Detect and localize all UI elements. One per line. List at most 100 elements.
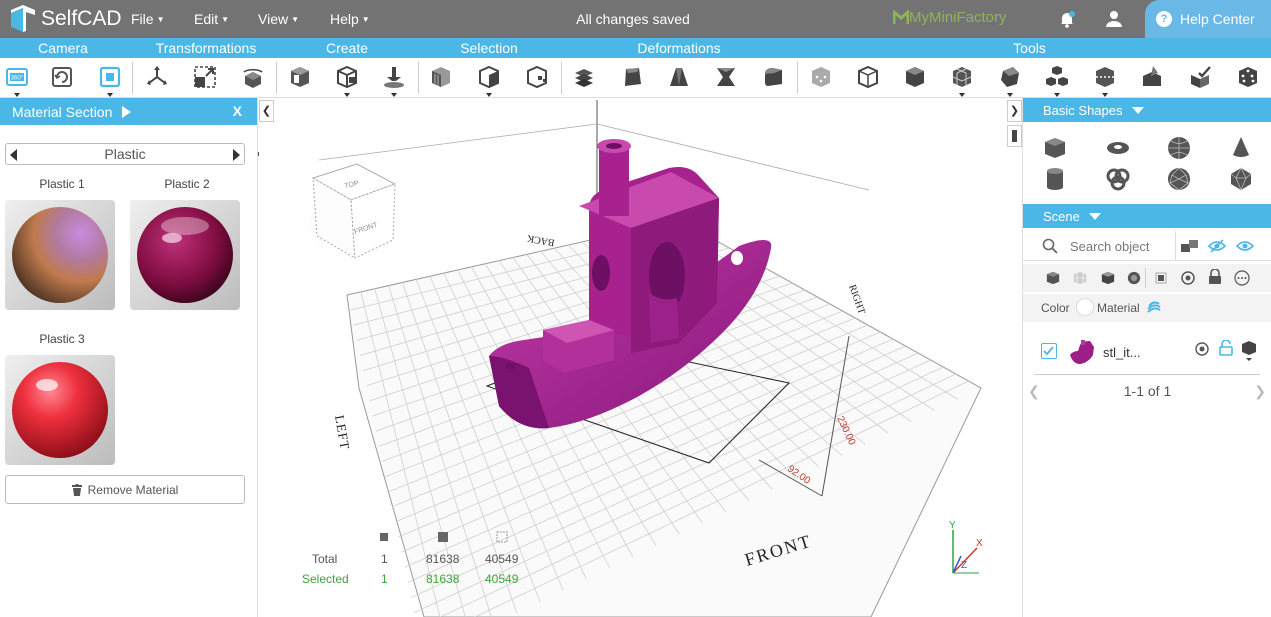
search-icon <box>1042 238 1058 254</box>
filter-solid-icon[interactable] <box>1045 270 1061 286</box>
eye-icon[interactable] <box>1180 270 1196 286</box>
next-arrow-icon[interactable] <box>233 149 240 161</box>
top-bar: SelfCAD File ▼ Edit ▼ View ▼ Help ▼ All chan… <box>0 0 1271 38</box>
hide-all-icon[interactable] <box>1208 238 1226 254</box>
search-input[interactable]: Search object <box>1070 239 1150 254</box>
filter-mesh-icon[interactable] <box>1100 270 1116 286</box>
checkmark-icon <box>1043 346 1054 356</box>
fillet-tool[interactable] <box>757 61 789 93</box>
simplify-tool[interactable] <box>994 61 1026 97</box>
create-3d-shapes-tool[interactable] <box>284 61 316 93</box>
object-type-icon[interactable] <box>1241 340 1257 362</box>
subdivide-tool[interactable] <box>946 61 978 97</box>
show-all-icon[interactable] <box>1236 238 1254 254</box>
create-shape-tool[interactable] <box>331 61 363 97</box>
knot-shape-icon[interactable] <box>1105 166 1131 192</box>
close-panel-button[interactable]: X <box>233 103 242 119</box>
scene-object-row[interactable]: stl_it... <box>1023 331 1271 373</box>
menu-view[interactable]: View ▼ <box>258 0 299 38</box>
chevron-left-icon[interactable]: ❮ <box>1028 380 1040 402</box>
group-tools: Tools <box>1013 40 1046 56</box>
app-logo[interactable]: SelfCAD <box>8 4 122 34</box>
visibility-eye-icon[interactable] <box>1194 342 1210 356</box>
material-category-selector[interactable]: Plastic <box>5 143 245 165</box>
solid-tool[interactable] <box>899 61 931 93</box>
user-account-icon[interactable] <box>1104 9 1124 29</box>
filter-sphere-icon[interactable] <box>1126 270 1142 286</box>
lock-icon[interactable] <box>1208 269 1222 285</box>
group-objects-icon[interactable] <box>1181 239 1199 253</box>
dice-tool[interactable] <box>1232 61 1264 93</box>
cone-shape-icon[interactable] <box>1228 135 1254 161</box>
geosphere-shape-icon[interactable] <box>1166 166 1192 192</box>
material-swirl-icon[interactable] <box>1146 299 1162 315</box>
objects-icon <box>380 533 388 541</box>
filter-wireframe-icon[interactable] <box>1072 270 1088 286</box>
sphere-shape-icon[interactable] <box>1166 135 1192 161</box>
torus-shape-icon[interactable] <box>1105 135 1131 161</box>
stitch-tool[interactable] <box>805 61 837 93</box>
cube-shape-icon[interactable] <box>1042 135 1068 161</box>
chevron-right-icon[interactable]: ❯ <box>1254 380 1266 402</box>
select-square-icon[interactable] <box>1155 272 1167 284</box>
gizmo-z-label: Z <box>961 560 967 571</box>
menu-edit[interactable]: Edit ▼ <box>194 0 229 38</box>
hollow-tool[interactable] <box>852 61 884 93</box>
menu-file[interactable]: File ▼ <box>131 0 164 38</box>
gizmo-y-label: Y <box>949 520 956 531</box>
color-swatch[interactable] <box>1076 298 1094 316</box>
camera-360-tool[interactable]: 360° <box>1 61 33 97</box>
menu-help[interactable]: Help ▼ <box>330 0 370 38</box>
unlock-icon[interactable] <box>1219 340 1233 356</box>
sculpt-tool[interactable] <box>1136 61 1168 93</box>
collapse-right-panel-button[interactable]: ❯ <box>1007 100 1022 122</box>
ribbon-group-labels: Camera Transformations Create Selection … <box>0 38 1271 58</box>
rotate-tool[interactable] <box>237 61 269 93</box>
face-selection-icon <box>432 67 450 87</box>
help-center-button[interactable]: ? Help Center <box>1145 0 1271 38</box>
taper-tool[interactable] <box>616 61 648 93</box>
select-faces-tool[interactable] <box>425 61 457 93</box>
material-plastic-2[interactable] <box>130 200 240 310</box>
sculpt-icon <box>1143 66 1161 86</box>
scale-tool[interactable] <box>189 61 221 93</box>
select-object-tool[interactable] <box>473 61 505 97</box>
collapse-left-panel-button[interactable]: ❮ <box>259 100 274 122</box>
icosahedron-shape-icon[interactable] <box>1228 166 1254 192</box>
stack-deform-tool[interactable] <box>568 61 600 93</box>
notification-bell-icon[interactable] <box>1057 9 1077 29</box>
chevron-down-icon <box>1131 106 1144 114</box>
remove-material-button[interactable]: Remove Material <box>5 475 245 504</box>
myminifactory-link[interactable]: MyMiniFactory <box>893 9 1007 26</box>
reset-view-tool[interactable] <box>46 61 78 93</box>
select-vertices-tool[interactable] <box>521 61 553 93</box>
basic-shapes-header[interactable]: Basic Shapes <box>1023 98 1271 122</box>
slice-tool[interactable] <box>1089 61 1121 97</box>
group-tool[interactable] <box>1041 61 1073 97</box>
right-panel: Basic Shapes Scene Search object Color M… <box>1022 98 1271 617</box>
scene-search[interactable]: Search object <box>1023 231 1271 261</box>
material-plastic-3[interactable] <box>5 355 115 465</box>
object-checkbox[interactable] <box>1041 343 1057 359</box>
more-options-icon[interactable] <box>1234 270 1250 286</box>
scene-header[interactable]: Scene <box>1023 204 1271 228</box>
play-icon[interactable] <box>122 105 132 118</box>
material-sphere-icon <box>130 200 240 310</box>
scene-canvas[interactable]: FRONT LEFT BACK RIGHT 230.00 92.00 TOP F… <box>259 98 1022 617</box>
panel-toggle-button[interactable] <box>1007 125 1022 147</box>
faces-icon <box>438 532 448 542</box>
move-tool[interactable] <box>141 61 173 93</box>
svg-text:360°: 360° <box>11 76 24 82</box>
material-plastic-1[interactable] <box>5 200 115 310</box>
prev-arrow-icon[interactable] <box>10 149 17 161</box>
ribbon-toolbar: 360° <box>0 58 1271 156</box>
bend-tool[interactable] <box>663 61 695 93</box>
frame-selection-tool[interactable] <box>94 61 126 97</box>
view-cube[interactable]: TOP FRONT <box>296 163 412 259</box>
cylinder-shape-icon[interactable] <box>1042 166 1068 192</box>
twist-tool[interactable] <box>710 61 742 93</box>
group-deformations: Deformations <box>637 40 721 56</box>
utilities-tool[interactable] <box>1184 61 1216 93</box>
sketch-tool[interactable] <box>378 61 410 97</box>
3d-viewport[interactable]: FRONT LEFT BACK RIGHT 230.00 92.00 TOP F… <box>259 98 1022 617</box>
